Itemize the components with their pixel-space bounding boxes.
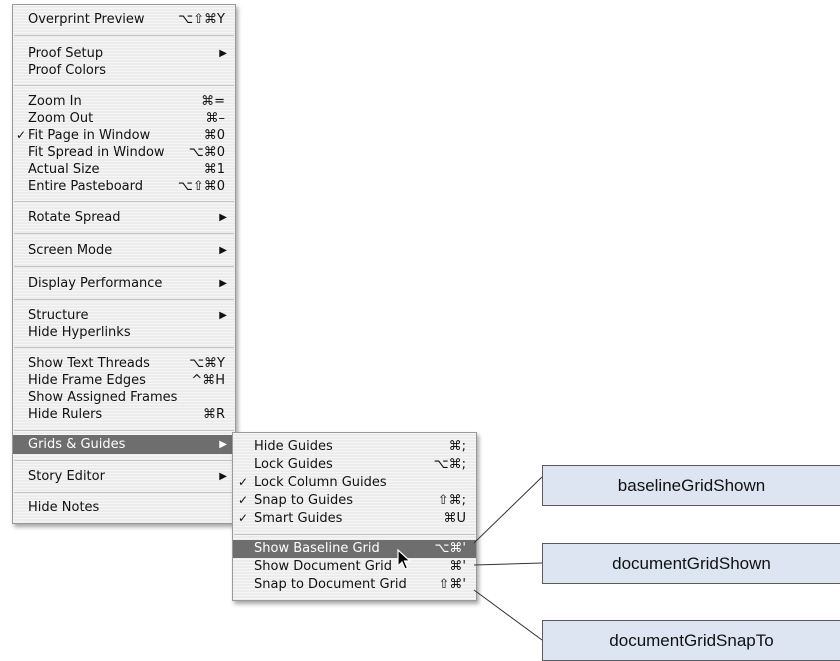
callout-baseline-grid-shown: baselineGridShown <box>542 465 840 506</box>
callout-document-grid-snap-to: documentGridSnapTo <box>542 620 840 661</box>
callout-document-grid-shown: documentGridShown <box>542 543 840 584</box>
leader-line-document-grid <box>473 562 543 566</box>
leader-line-baseline <box>473 476 543 544</box>
leader-line-snap <box>473 589 543 641</box>
